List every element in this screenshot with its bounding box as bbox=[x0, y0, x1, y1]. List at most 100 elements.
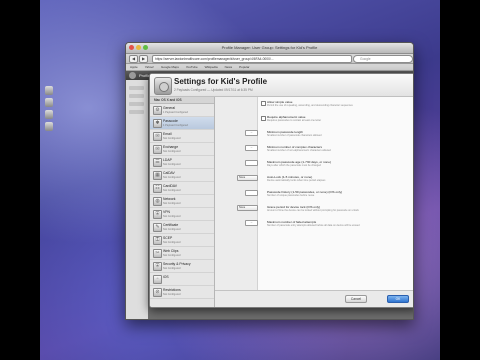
sidebar-item-restrictions[interactable]: ⊘ Restrictions Not Configured bbox=[150, 286, 214, 299]
bookmark-link[interactable]: Google Maps bbox=[161, 64, 179, 70]
sidebar-item-label: CardDAV bbox=[163, 184, 178, 188]
sidebar-item-ldap[interactable]: ☰ LDAP Not Configured bbox=[150, 156, 214, 169]
payload-sidebar: Mac OS X and iOS ⚙ General 1 Payload Confi… bbox=[150, 97, 215, 307]
search-input[interactable]: Google bbox=[353, 55, 413, 63]
sidebar-item-status: Not Configured bbox=[163, 136, 181, 140]
option-select[interactable]: None bbox=[237, 205, 258, 211]
desktop-icon[interactable] bbox=[45, 98, 53, 107]
passcode-option: -- Minimum passcode length Smallest number… bbox=[245, 130, 411, 141]
sidebar-item-vpn[interactable]: ⛨ VPN Not Configured bbox=[150, 208, 214, 221]
payload-icon: ✉ bbox=[153, 132, 162, 141]
sidebar-item-passcode[interactable]: ✱ Passcode 1 Payload Configured bbox=[150, 117, 214, 130]
option-checkbox[interactable] bbox=[261, 115, 266, 121]
bookmark-link[interactable]: Apple bbox=[130, 64, 138, 70]
sidebar-item-label: General bbox=[163, 106, 176, 110]
bookmark-link[interactable]: YouTube bbox=[186, 64, 198, 70]
option-select[interactable]: None bbox=[237, 175, 258, 181]
sidebar-item-label: Passcode bbox=[163, 119, 178, 123]
sidebar-item-ios[interactable]: ▫ iOS bbox=[150, 273, 214, 286]
forward-button[interactable]: ▶ bbox=[139, 55, 148, 63]
bookmark-link[interactable]: Yahoo! bbox=[145, 64, 154, 70]
sidebar-item-network[interactable]: ◍ Network Not Configured bbox=[150, 195, 214, 208]
sidebar-item-label: Security & Privacy bbox=[163, 262, 191, 266]
payload-icon: ⛨ bbox=[153, 210, 162, 219]
payload-settings-pane: Allow simple value Permit the use of repe… bbox=[215, 97, 413, 291]
passcode-option: -- Minimum number of complex characters Sm… bbox=[245, 145, 411, 156]
sidebar-item-carddav[interactable]: ☷ CardDAV Not Configured bbox=[150, 182, 214, 195]
sidebar-item-security-privacy[interactable]: ⛨ Security & Privacy Not Configured bbox=[150, 260, 214, 273]
sidebar-item-status: Not Configured bbox=[163, 253, 181, 257]
desktop-icon[interactable] bbox=[45, 122, 53, 131]
sidebar-item-status: Not Configured bbox=[163, 201, 181, 205]
payload-icon: ▫ bbox=[153, 275, 162, 284]
payload-icon: ✂ bbox=[153, 249, 162, 258]
option-stepper[interactable] bbox=[245, 160, 258, 166]
payload-icon: ▦ bbox=[153, 171, 162, 180]
sidebar-item-general[interactable]: ⚙ General 1 Payload Configured bbox=[150, 104, 214, 117]
option-description: Amount of time the device can be locked … bbox=[267, 209, 359, 212]
sidebar-item-label: Email bbox=[163, 132, 172, 136]
letterbox-right bbox=[440, 0, 480, 360]
passcode-option: Allow simple value Permit the use of repe… bbox=[261, 100, 411, 111]
payload-icon: ◍ bbox=[153, 197, 162, 206]
desktop-icon[interactable] bbox=[45, 86, 53, 95]
window-title: Profile Manager: User Group: Settings fo… bbox=[221, 45, 318, 50]
window-titlebar[interactable]: Profile Manager: User Group: Settings fo… bbox=[126, 43, 413, 54]
bookmarks-bar: Apple Yahoo! Google Maps YouTube Wikiped… bbox=[126, 64, 413, 71]
sidebar-item-label: Web Clips bbox=[163, 249, 179, 253]
passcode-option: None Auto-Lock (1-5 minutes, or none) Devi… bbox=[237, 175, 411, 186]
option-description: Requires passcodes to contain at least o… bbox=[267, 119, 322, 122]
payload-icon: ✎ bbox=[153, 223, 162, 232]
sidebar-item-label: Exchange bbox=[163, 145, 179, 149]
dialog-header: Settings for Kid's Profile 2 Payloads Co… bbox=[150, 74, 413, 97]
option-checkbox[interactable] bbox=[261, 100, 266, 106]
app-sidebar-item bbox=[129, 86, 144, 90]
cancel-button[interactable]: Cancel bbox=[345, 295, 367, 303]
sidebar-item-caldav[interactable]: ▦ CalDAV Not Configured bbox=[150, 169, 214, 182]
bookmark-link[interactable]: News bbox=[225, 64, 233, 70]
sidebar-item-label: VPN bbox=[163, 210, 170, 214]
ok-button[interactable]: OK bbox=[387, 295, 409, 303]
sidebar-item-status: 1 Payload Configured bbox=[163, 123, 188, 127]
payload-icon: ✉ bbox=[153, 145, 162, 154]
browser-window: Profile Manager: User Group: Settings fo… bbox=[125, 42, 414, 320]
payload-icon: ⊘ bbox=[153, 288, 162, 297]
sidebar-section-header: Mac OS X and iOS bbox=[150, 97, 214, 104]
sidebar-item-status: 1 Payload Configured bbox=[163, 110, 188, 114]
sidebar-item-certificate[interactable]: ✎ Certificate Not Configured bbox=[150, 221, 214, 234]
app-sidebar-dimmed bbox=[126, 80, 148, 319]
option-stepper[interactable]: -- bbox=[245, 130, 258, 136]
back-button[interactable]: ◀ bbox=[129, 55, 138, 63]
sidebar-item-label: LDAP bbox=[163, 158, 172, 162]
bookmark-link[interactable]: Popular bbox=[239, 64, 249, 70]
payload-icon: ⚙ bbox=[153, 106, 162, 115]
option-stepper[interactable]: -- bbox=[245, 145, 258, 151]
settings-dialog: Settings for Kid's Profile 2 Payloads Co… bbox=[149, 73, 413, 308]
address-bar[interactable]: https://server.lawtonhealthcare.com/prof… bbox=[152, 55, 352, 63]
browser-toolbar: ◀ ▶ https://server.lawtonhealthcare.com/… bbox=[126, 54, 413, 64]
sidebar-item-status: Not Configured bbox=[163, 292, 181, 296]
sidebar-item-web-clips[interactable]: ✂ Web Clips Not Configured bbox=[150, 247, 214, 260]
option-description: Days after which the passcode must be ch… bbox=[267, 164, 321, 167]
sidebar-item-exchange[interactable]: ✉ Exchange Not Configured bbox=[150, 143, 214, 156]
dialog-title: Settings for Kid's Profile bbox=[174, 77, 268, 86]
sidebar-item-status: Not Configured bbox=[163, 266, 181, 270]
bookmark-link[interactable]: Wikipedia bbox=[205, 64, 218, 70]
payload-icon: ⚿ bbox=[153, 236, 162, 245]
desktop: Profile Manager: User Group: Settings fo… bbox=[40, 0, 440, 360]
sidebar-item-status: Not Configured bbox=[163, 175, 181, 179]
sidebar-item-label: Certificate bbox=[163, 223, 179, 227]
option-description: Number of passcode entry attempts allowe… bbox=[267, 224, 360, 227]
sidebar-item-status: Not Configured bbox=[163, 162, 181, 166]
option-stepper[interactable] bbox=[245, 190, 258, 196]
sidebar-item-email[interactable]: ✉ Email Not Configured bbox=[150, 130, 214, 143]
sidebar-item-scep[interactable]: ⚿ SCEP Not Configured bbox=[150, 234, 214, 247]
sidebar-item-label: iOS bbox=[163, 275, 169, 279]
sidebar-item-label: Restrictions bbox=[163, 288, 181, 292]
desktop-icon[interactable] bbox=[45, 110, 53, 119]
app-sidebar-item bbox=[129, 102, 144, 106]
dialog-footer: Cancel OK bbox=[215, 290, 413, 307]
profile-manager-logo-icon bbox=[129, 72, 136, 79]
passcode-option: -- Maximum number of failed attempts Numbe… bbox=[245, 220, 411, 231]
option-stepper[interactable]: -- bbox=[245, 220, 258, 226]
